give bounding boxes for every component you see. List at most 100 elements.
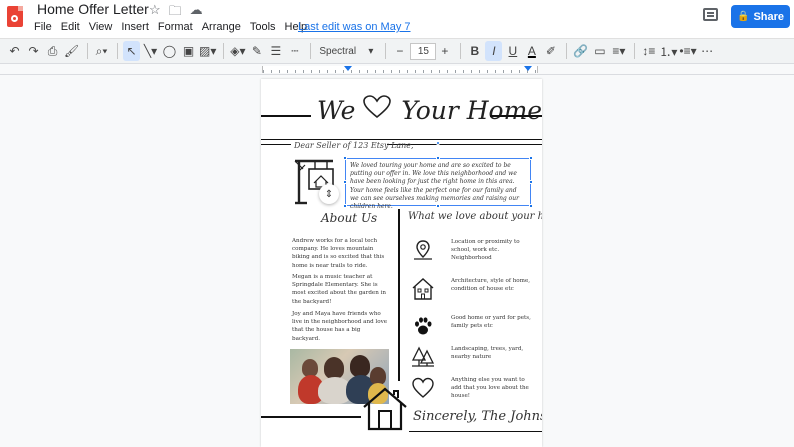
location-pin-icon <box>414 240 432 260</box>
toolbar: ↶ ↷ ⎙ 🖌 ⌕▾ ↖ ╲▾ ◯ ▣ ▨▾ ◈▾ ✎ ☰ ┄ Spectral… <box>0 38 794 64</box>
align-icon[interactable]: ≡▾ <box>610 41 627 61</box>
resize-handle[interactable] <box>343 204 347 208</box>
toolbar-divider <box>634 43 636 59</box>
header-title: We Your Home <box>317 95 542 125</box>
intro-textbox[interactable]: We loved touring your home and are so ex… <box>345 158 531 210</box>
line-spacing-icon[interactable]: ↕≡ <box>640 41 657 61</box>
photo-person <box>350 355 370 377</box>
menu-tools[interactable]: Tools <box>250 21 276 33</box>
love-item-text: Location or proximity to school, work et… <box>451 239 520 261</box>
toolbar-divider <box>460 43 462 59</box>
menu-view[interactable]: View <box>89 21 113 33</box>
last-edit-link[interactable]: Last edit was on May 7 <box>298 21 411 33</box>
toolbar-divider <box>87 43 88 59</box>
italic-button[interactable]: I <box>485 41 503 61</box>
right-indent-marker[interactable] <box>524 66 532 71</box>
menu-insert[interactable]: Insert <box>121 21 149 33</box>
about-us-heading: About Us <box>321 211 378 225</box>
paint-format-icon[interactable]: 🖌 <box>63 41 80 61</box>
increase-font-size-button[interactable]: + <box>436 41 453 61</box>
love-item-text: Anything else you want to add that you l… <box>451 377 529 399</box>
add-comment-icon[interactable]: ▭ <box>591 41 608 61</box>
what-we-love-heading: What we love about your home: <box>408 211 542 222</box>
left-indent-marker[interactable] <box>344 66 352 71</box>
select-cursor-icon[interactable]: ↖ <box>123 41 140 61</box>
fill-color-icon[interactable]: ◈▾ <box>229 41 246 61</box>
shape-tool-icon[interactable]: ◯ <box>161 41 178 61</box>
resize-handle[interactable] <box>343 180 347 184</box>
zoom-icon[interactable]: ⌕▾ <box>93 41 110 61</box>
lock-icon: 🔒 <box>736 11 750 22</box>
menu-arrange[interactable]: Arrange <box>202 21 241 33</box>
image-icon[interactable]: ▨▾ <box>199 41 216 61</box>
bulleted-list-icon[interactable]: •≡▾ <box>679 41 696 61</box>
text-box-icon[interactable]: ▣ <box>180 41 197 61</box>
comment-history-icon[interactable] <box>703 8 718 21</box>
resize-handle[interactable] <box>529 204 533 208</box>
font-family-value: Spectral <box>319 45 357 57</box>
text-wrap-icon[interactable]: ⇕ <box>319 184 339 204</box>
google-docs-logo-icon[interactable] <box>7 6 23 27</box>
footer-rule-left <box>261 416 361 418</box>
chevron-down-icon: ▾ <box>368 45 374 57</box>
header-your-home: Your Home <box>401 96 542 125</box>
menu-format[interactable]: Format <box>158 21 193 33</box>
numbered-list-icon[interactable]: ⒈▾ <box>659 41 677 61</box>
border-color-icon[interactable]: ✎ <box>248 41 265 61</box>
highlight-color-icon[interactable]: ✐ <box>542 41 559 61</box>
more-options-icon[interactable]: ⋯ <box>699 41 716 61</box>
undo-icon[interactable]: ↶ <box>6 41 23 61</box>
love-item-text: Architecture, style of home, condition o… <box>451 278 531 292</box>
menu-bar: File Edit View Insert Format Arrange Too… <box>34 21 316 33</box>
share-label: Share <box>753 10 785 23</box>
photo-person <box>324 357 344 379</box>
toolbar-divider <box>566 43 568 59</box>
document-canvas: We Your Home Dear Seller of 123 Etsy Lan… <box>0 76 794 447</box>
border-weight-icon[interactable]: ☰ <box>267 41 284 61</box>
underline-button[interactable]: U <box>504 41 521 61</box>
column-divider <box>398 209 400 381</box>
about-paragraph: Megan is a music teacher at Springdale E… <box>292 274 386 305</box>
love-item-text: Landscaping, trees, yard, nearby nature <box>451 346 524 360</box>
font-size-input[interactable]: 15 <box>410 42 437 60</box>
love-item-location: Location or proximity to school, work et… <box>411 238 531 272</box>
font-family-select[interactable]: Spectral ▾ <box>316 41 376 61</box>
decrease-font-size-button[interactable]: − <box>391 41 408 61</box>
insert-link-icon[interactable]: 🔗 <box>572 41 589 61</box>
heart-outline-icon <box>412 377 434 398</box>
resize-handle[interactable] <box>436 156 440 160</box>
ruler <box>0 64 794 75</box>
print-icon[interactable]: ⎙ <box>44 41 61 61</box>
text-color-button[interactable]: A <box>523 41 540 61</box>
border-dash-icon[interactable]: ┄ <box>286 41 303 61</box>
resize-handle[interactable] <box>436 204 440 208</box>
heart-icon <box>363 95 393 125</box>
resize-handle[interactable] <box>529 180 533 184</box>
house-outline-icon <box>412 278 434 300</box>
menu-edit[interactable]: Edit <box>61 21 80 33</box>
love-item-landscaping: Landscaping, trees, yard, nearby nature <box>411 345 531 379</box>
ruler-scale <box>262 66 538 73</box>
menu-file[interactable]: File <box>34 21 52 33</box>
footer-rule-right <box>409 431 542 432</box>
toolbar-divider <box>117 43 118 59</box>
line-tool-icon[interactable]: ╲▾ <box>142 41 159 61</box>
love-item-anything-else: Anything else you want to add that you l… <box>411 376 531 410</box>
dear-rule-left <box>261 144 291 145</box>
greeting-line: Dear Seller of 123 Etsy Lane, <box>294 141 414 150</box>
toolbar-divider <box>223 43 225 59</box>
header-underline <box>261 139 542 140</box>
toolbar-divider <box>310 43 312 59</box>
love-item-architecture: Architecture, style of home, condition o… <box>411 277 531 311</box>
document-title[interactable]: Home Offer Letter <box>37 1 149 17</box>
resize-handle[interactable] <box>529 156 533 160</box>
rotate-handle[interactable] <box>436 141 440 145</box>
bold-button[interactable]: B <box>466 41 483 61</box>
about-paragraph: Andrew works for a local tech company. H… <box>292 238 385 269</box>
share-button[interactable]: 🔒 Share <box>731 5 790 28</box>
document-page[interactable]: We Your Home Dear Seller of 123 Etsy Lan… <box>261 79 542 447</box>
toolbar-divider <box>385 43 387 59</box>
redo-icon[interactable]: ↷ <box>25 41 42 61</box>
love-item-pets: Good home or yard for pets, family pets … <box>411 314 531 348</box>
resize-handle[interactable] <box>343 156 347 160</box>
